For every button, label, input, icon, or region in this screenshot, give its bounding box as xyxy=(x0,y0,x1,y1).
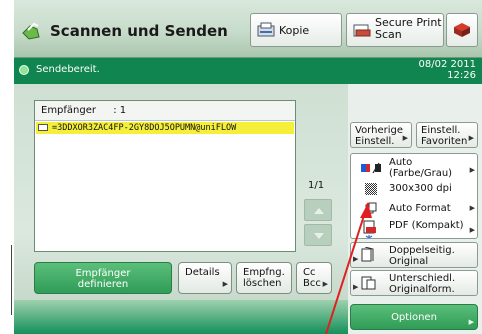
previous-settings-line2: Einstell. xyxy=(355,136,395,147)
duplex-original-text: Doppelseitig. Original xyxy=(389,245,455,267)
chevron-right-icon: ▶ xyxy=(353,283,359,291)
cc-bcc-button[interactable]: Cc Bcc ▶ xyxy=(296,262,332,294)
chevron-right-icon: ▶ xyxy=(222,280,228,288)
left-edge-frame xyxy=(0,245,12,315)
main-menu-button[interactable] xyxy=(446,13,478,47)
app-title: Scannen und Senden xyxy=(50,22,228,40)
recipient-list: Empfänger : 1 =3DDXOR3ZAC4FP-2GY8DOJ5OPU… xyxy=(34,100,296,252)
date-time: 08/02 2011 12:26 xyxy=(419,59,476,81)
favorite-settings-line2: Favoriten xyxy=(421,136,468,147)
mixed-size-original-button[interactable]: Unterschiedl. Originalform. ▶ xyxy=(350,270,478,296)
secure-print-scan-label: Secure Print Scan xyxy=(375,17,442,41)
define-recipient-line1: Empfänger xyxy=(75,268,131,279)
details-button[interactable]: Details ▶ xyxy=(178,262,232,294)
duplex-original-button[interactable]: Doppelseitig. Original ▶ xyxy=(350,242,478,268)
panel-bottom-band xyxy=(14,300,348,334)
resolution-setting[interactable]: 300x300 dpi xyxy=(351,180,477,198)
mixed-line1: Unterschiedl. xyxy=(389,273,456,284)
scan-size-setting[interactable]: Auto Format ▶ xyxy=(351,198,477,218)
duplex-original-icon xyxy=(361,247,374,262)
options-button[interactable]: Optionen ▶ xyxy=(350,304,478,330)
details-label: Details xyxy=(185,267,220,278)
mixed-line2: Originalform. xyxy=(389,284,455,295)
color-mode-line2: (Farbe/Grau) xyxy=(389,168,453,179)
chevron-right-icon: ▶ xyxy=(402,134,408,142)
list-item[interactable]: =3DDXOR3ZAC4FP-2GY8DOJ5OPUMN@uniFLOW xyxy=(36,122,294,134)
recipient-list-header: Empfänger : 1 xyxy=(35,101,295,121)
ready-status-icon xyxy=(19,65,29,75)
define-recipient-line2: definieren xyxy=(77,279,129,290)
color-mode-line1: Auto xyxy=(389,157,413,168)
page-indicator: 1/1 xyxy=(308,180,325,191)
secure-print-scan-button[interactable]: Secure Print Scan xyxy=(346,13,444,47)
bcc-label: Bcc xyxy=(303,278,321,289)
resolution-text: 300x300 dpi xyxy=(389,183,452,194)
status-bar: Sendebereit. 08/02 2011 12:26 xyxy=(14,58,482,84)
kopie-label: Kopie xyxy=(279,24,310,37)
chevron-up-icon xyxy=(314,208,324,214)
favorite-settings-line1: Einstell. xyxy=(421,125,461,136)
file-type-setting[interactable]: PDF (Kompakt) ▶ xyxy=(351,218,477,240)
options-label: Optionen xyxy=(391,312,437,323)
chevron-right-icon: ▶ xyxy=(322,280,328,288)
scroll-down-button[interactable] xyxy=(304,224,332,246)
resolution-icon xyxy=(365,183,377,195)
chevron-right-icon: ▶ xyxy=(469,204,475,212)
chevron-down-icon xyxy=(314,233,324,239)
delete-recipient-button[interactable]: Empfng. löschen xyxy=(236,262,292,294)
recipient-header-label: Empfänger xyxy=(41,105,97,116)
main-menu-icon xyxy=(454,23,470,37)
status-time: 12:26 xyxy=(447,70,476,81)
previous-settings-button[interactable]: Vorherige Einstell. ▶ xyxy=(350,122,412,148)
secure-label-line2: Scan xyxy=(375,28,402,41)
file-type-text: PDF (Kompakt) xyxy=(389,220,464,231)
mixed-size-original-text: Unterschiedl. Originalform. xyxy=(389,273,455,295)
scan-size-icon xyxy=(365,202,377,214)
duplex-line1: Doppelseitig. xyxy=(389,245,455,256)
pdf-file-icon xyxy=(363,220,376,238)
color-mode-text: Auto (Farbe/Grau) xyxy=(389,157,452,179)
device-screen: Scannen und Senden Kopie Secure Print Sc… xyxy=(14,0,482,334)
delete-recipient-line1: Empfng. xyxy=(243,267,285,278)
email-recipient-icon xyxy=(38,124,48,131)
scroll-up-button[interactable] xyxy=(304,199,332,221)
copy-icon xyxy=(257,22,275,37)
status-text: Sendebereit. xyxy=(36,64,100,75)
secure-print-scan-icon xyxy=(353,24,371,37)
scan-send-icon xyxy=(22,22,40,40)
color-mode-setting[interactable]: Auto (Farbe/Grau) ▶ xyxy=(351,156,477,180)
status-date: 08/02 2011 xyxy=(418,59,476,70)
favorite-settings-button[interactable]: Einstell. Favoriten ▶ xyxy=(416,122,478,148)
previous-settings-line1: Vorherige xyxy=(355,125,403,136)
duplex-line2: Original xyxy=(389,256,429,267)
top-bar: Scannen und Senden Kopie Secure Print Sc… xyxy=(14,0,482,58)
delete-recipient-line2: löschen xyxy=(243,278,282,289)
chevron-right-icon: ▶ xyxy=(468,134,474,142)
define-recipient-button[interactable]: Empfänger definieren xyxy=(34,262,172,294)
cc-label: Cc xyxy=(303,267,316,278)
mixed-size-original-icon xyxy=(361,276,376,290)
recipient-address: =3DDXOR3ZAC4FP-2GY8DOJ5OPUMN@uniFLOW xyxy=(52,123,237,133)
scan-size-text: Auto Format xyxy=(389,203,451,214)
color-mode-icon xyxy=(361,162,381,174)
chevron-right-icon: ▶ xyxy=(353,255,359,263)
scan-settings-block: Auto (Farbe/Grau) ▶ 300x300 dpi Auto For… xyxy=(350,153,478,239)
chevron-right-icon: ▶ xyxy=(468,318,474,326)
chevron-right-icon: ▶ xyxy=(469,166,475,174)
kopie-button[interactable]: Kopie xyxy=(250,13,342,47)
chevron-right-icon: ▶ xyxy=(469,226,475,234)
recipient-count: : 1 xyxy=(113,105,127,116)
